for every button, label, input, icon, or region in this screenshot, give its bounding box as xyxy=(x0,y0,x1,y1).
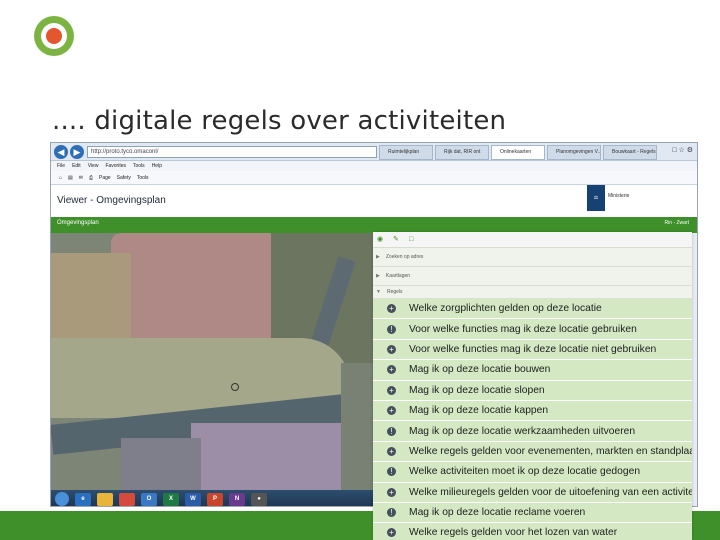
address-bar[interactable]: http://proto.tyco.omaconl/ xyxy=(87,146,377,158)
rule-label: Mag ik op deze locatie slopen xyxy=(409,384,545,396)
info-icon: ! xyxy=(387,324,396,334)
browser-menubar: File Edit View Favorites Tools Help xyxy=(51,161,697,171)
chevron-right-icon: ▶ xyxy=(376,254,380,260)
section-label: Zoeken op adres xyxy=(385,254,424,260)
rule-item[interactable]: + Welke regels gelden voor het lozen van … xyxy=(373,523,692,540)
command-item[interactable]: Safety xyxy=(117,171,131,184)
section-label: Regels xyxy=(386,289,403,295)
word-icon[interactable]: W xyxy=(185,492,201,506)
folder-icon[interactable] xyxy=(97,492,113,506)
section-zoeken[interactable]: ▶ Zoeken op adres xyxy=(373,248,692,267)
back-icon[interactable]: ◀ xyxy=(54,145,68,159)
rule-label: Welke regels gelden voor het lozen van w… xyxy=(409,527,618,539)
user-menu[interactable]: Rin - Zwart xyxy=(665,220,689,226)
rule-item[interactable]: + Welke milieuregels gelden voor de uitoe… xyxy=(373,482,692,503)
plus-icon: + xyxy=(387,344,396,354)
rule-label: Mag ik op deze locatie werkzaamheden uit… xyxy=(409,425,636,437)
rule-item[interactable]: ! Voor welke functies mag ik deze locatie… xyxy=(373,319,692,340)
feeds-icon[interactable]: ▤ xyxy=(68,171,73,184)
rule-item[interactable]: ! Welke activiteiten moet ik op deze loca… xyxy=(373,462,692,483)
section-regels[interactable]: ▼ Regels xyxy=(373,286,692,299)
ministry-logo-icon: ⚖ xyxy=(587,185,605,211)
ministry-name: Ministerie xyxy=(608,193,630,199)
viewer-toolbar-label: Omgevingsplan xyxy=(57,220,99,226)
plus-icon: + xyxy=(387,406,396,416)
chrome-icon[interactable] xyxy=(119,492,135,506)
viewer-toolbar: Omgevingsplan Rin - Zwart xyxy=(51,217,697,233)
rule-item[interactable]: + Mag ik op deze locatie bouwen xyxy=(373,360,692,381)
print-icon[interactable]: ⎙ xyxy=(89,171,93,184)
app-icon[interactable]: ● xyxy=(251,492,267,506)
outlook-icon[interactable]: O xyxy=(141,492,157,506)
menu-item[interactable]: View xyxy=(88,161,99,171)
menu-item[interactable]: File xyxy=(57,161,65,171)
menu-item[interactable]: Edit xyxy=(72,161,81,171)
rule-item[interactable]: + Mag ik op deze locatie kappen xyxy=(373,400,692,422)
forward-icon[interactable]: ▶ xyxy=(70,145,84,159)
rule-label: Welke zorgplichten gelden op deze locati… xyxy=(409,303,602,315)
menu-item[interactable]: Tools xyxy=(133,161,145,171)
info-icon: ! xyxy=(387,426,396,436)
menu-item[interactable]: Favorites xyxy=(105,161,126,171)
mail-icon[interactable]: ✉ xyxy=(79,171,83,184)
rule-label: Welke regels gelden voor evenementen, ma… xyxy=(409,445,692,457)
rule-item[interactable]: + Welke zorgplichten gelden op deze locat… xyxy=(373,299,692,320)
rule-label: Mag ik op deze locatie bouwen xyxy=(409,364,551,376)
viewer-title: Viewer - Omgevingsplan xyxy=(57,195,166,206)
plus-icon: + xyxy=(387,385,396,395)
taskbar: e O X W P N ● xyxy=(51,490,375,506)
rule-item[interactable]: + Voor welke functies mag ik deze locatie… xyxy=(373,339,692,361)
rules-panel: ◉ ✎ □ ▶ Zoeken op adres ▶ Kaartlagen ▼ Rege… xyxy=(373,232,692,540)
browser-tabs: Ruimtelijkplan Rijk dat, RIR ont Onlinek… xyxy=(379,145,657,160)
plus-icon: + xyxy=(387,446,396,456)
start-button-icon[interactable] xyxy=(55,492,69,506)
rule-item[interactable]: ! Mag ik op deze locatie reclame voeren xyxy=(373,502,692,524)
slide-title: .... digitale regels over activiteiten xyxy=(52,106,507,136)
section-label: Kaartlagen xyxy=(385,273,411,279)
plus-icon: + xyxy=(387,365,396,375)
panel-toolbar: ◉ ✎ □ xyxy=(373,232,692,248)
plus-icon: + xyxy=(387,487,396,497)
chevron-down-icon: ▼ xyxy=(376,289,381,295)
onenote-icon[interactable]: N xyxy=(229,492,245,506)
rule-label: Mag ik op deze locatie reclame voeren xyxy=(409,507,586,519)
info-icon: ! xyxy=(387,508,396,518)
viewer-header: Viewer - Omgevingsplan ⚖ Ministerie xyxy=(51,185,697,217)
rule-label: Voor welke functies mag ik deze locatie … xyxy=(409,323,637,335)
rule-item[interactable]: ! Mag ik op deze locatie werkzaamheden ui… xyxy=(373,421,692,442)
plus-icon: + xyxy=(387,304,396,314)
browser-tab[interactable]: Rijk dat, RIR ont xyxy=(435,145,489,160)
rules-list: + Welke zorgplichten gelden op deze locat… xyxy=(373,299,692,540)
home-icon[interactable]: ⌂ xyxy=(59,171,62,184)
ie-icon[interactable]: e xyxy=(75,492,91,506)
powerpoint-icon[interactable]: P xyxy=(207,492,223,506)
map-marker-icon[interactable] xyxy=(231,383,239,391)
chevron-right-icon: ▶ xyxy=(376,273,380,279)
browser-tab[interactable]: Planomgevingen V... xyxy=(547,145,601,160)
excel-icon[interactable]: X xyxy=(163,492,179,506)
menu-item[interactable]: Help xyxy=(152,161,162,171)
browser-titlebar: ◀ ▶ http://proto.tyco.omaconl/ Ruimtelij… xyxy=(51,143,697,161)
section-kaartlagen[interactable]: ▶ Kaartlagen xyxy=(373,267,692,286)
browser-tab[interactable]: Bouwkaart - Regels xyxy=(603,145,657,160)
command-item[interactable]: Tools xyxy=(137,171,149,184)
rule-item[interactable]: + Mag ik op deze locatie slopen xyxy=(373,380,692,401)
info-icon: ! xyxy=(387,467,396,477)
square-icon[interactable]: □ xyxy=(409,236,417,244)
rule-label: Mag ik op deze locatie kappen xyxy=(409,405,549,417)
window-controls-icon[interactable]: □ ☆ ⚙ xyxy=(672,146,693,154)
browser-tab[interactable]: Ruimtelijkplan xyxy=(379,145,433,160)
rule-item[interactable]: + Welke regels gelden voor evenementen, m… xyxy=(373,441,692,463)
plus-icon: + xyxy=(387,528,396,538)
rule-label: Voor welke functies mag ik deze locatie … xyxy=(409,343,657,355)
map-canvas[interactable] xyxy=(51,233,373,506)
browser-tab-active[interactable]: Onlinekaarten xyxy=(491,145,545,160)
rule-label: Welke activiteiten moet ik op deze locat… xyxy=(409,466,641,478)
command-item[interactable]: Page xyxy=(99,171,111,184)
rule-label: Welke milieuregels gelden voor de uitoef… xyxy=(409,486,692,498)
eye-icon[interactable]: ◉ xyxy=(377,236,385,244)
browser-commandbar: ⌂ ▤ ✉ ⎙ Page Safety Tools xyxy=(51,171,697,185)
pencil-icon[interactable]: ✎ xyxy=(393,236,401,244)
company-logo xyxy=(34,16,74,56)
